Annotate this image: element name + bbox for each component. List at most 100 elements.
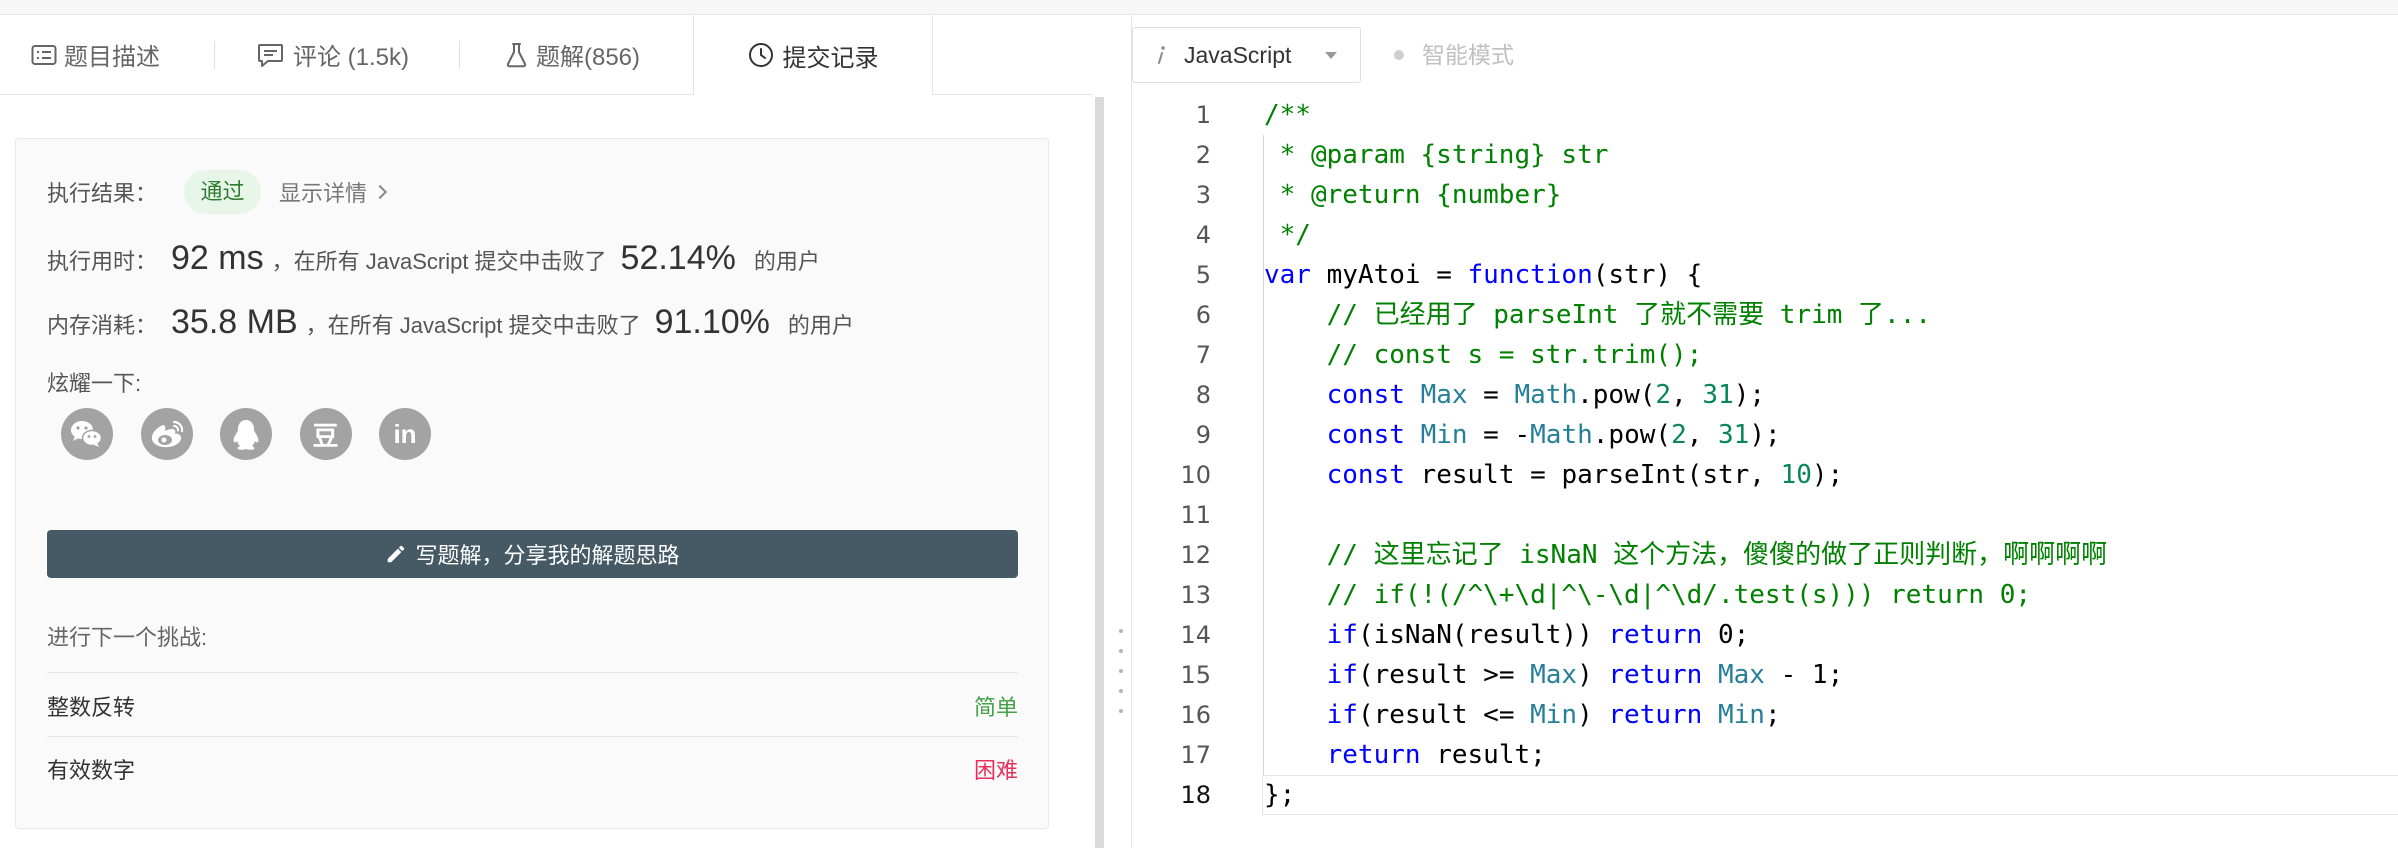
code-line[interactable]: 15 if(result >= Max) return Max - 1;	[1132, 655, 2398, 695]
code-text: // 已经用了 parseInt 了就不需要 trim 了...	[1264, 295, 1931, 335]
tab-label: 提交记录	[782, 44, 879, 72]
wechat-icon[interactable]	[61, 408, 113, 460]
code-line[interactable]: 14 if(isNaN(result)) return 0;	[1132, 615, 2398, 655]
code-token: // 这里忘记了 isNaN 这个方法，傻傻的做了正则判断，啊啊啊啊	[1326, 540, 2108, 570]
code-token: */	[1264, 220, 1311, 250]
code-token: return	[1608, 620, 1703, 650]
tab-description[interactable]: 题目描述	[31, 15, 160, 94]
runtime-value: 92 ms	[171, 239, 264, 277]
code-text: return result;	[1264, 735, 1546, 775]
douban-icon[interactable]: 豆	[299, 408, 352, 460]
code-token: 2	[1671, 420, 1687, 450]
code-line[interactable]: 2 * @param {string} str	[1132, 135, 2398, 175]
code-token: );	[1749, 420, 1781, 450]
line-number: 7	[1195, 341, 1211, 369]
code-text: const Min = -Math.pow(2, 31);	[1264, 415, 1781, 455]
info-icon	[1155, 44, 1167, 66]
code-line[interactable]: 13 // if(!(/^\+\d|^\-\d|^\d/.test(s))) r…	[1132, 575, 2398, 615]
code-token: (result >=	[1357, 660, 1531, 690]
code-line[interactable]: 11	[1132, 495, 2398, 535]
smart-mode-toggle[interactable]: 智能模式	[1422, 35, 1514, 75]
code-text: var myAtoi = function(str) {	[1264, 255, 1702, 295]
tab-comments[interactable]: 评论 (1.5k)	[257, 15, 409, 94]
show-details-label: 显示详情	[279, 181, 368, 206]
line-number: 6	[1195, 301, 1211, 329]
code-token: if	[1326, 700, 1358, 730]
linkedin-icon[interactable]: in	[379, 408, 431, 460]
result-row: 执行结果： 通过 显示详情	[47, 170, 388, 214]
line-number: 5	[1195, 261, 1211, 289]
challenge-title: 有效数字	[47, 758, 136, 783]
drag-handle-dot	[1119, 709, 1123, 713]
tab-submissions[interactable]: 提交记录	[693, 15, 933, 95]
code-line[interactable]: 6 // 已经用了 parseInt 了就不需要 trim 了...	[1132, 295, 2398, 335]
code-line[interactable]: 17 return result;	[1132, 735, 2398, 775]
write-solution-button[interactable]: 写题解，分享我的解题思路	[47, 530, 1018, 578]
challenge-item[interactable]: 有效数字 困难	[47, 749, 1018, 789]
clock-icon	[748, 42, 774, 68]
code-line[interactable]: 16 if(result <= Min) return Min;	[1132, 695, 2398, 735]
weibo-icon[interactable]	[140, 408, 193, 460]
code-token: (result <=	[1357, 700, 1531, 730]
code-token: =	[1467, 380, 1515, 410]
problem-tab-bar: 题目描述 评论 (1.5k) 题解(856) 提交记录	[0, 15, 1093, 95]
code-line[interactable]: 12 // 这里忘记了 isNaN 这个方法，傻傻的做了正则判断，啊啊啊啊	[1132, 535, 2398, 575]
code-token: Min	[1420, 420, 1468, 450]
code-line[interactable]: 5 var myAtoi = function(str) {	[1132, 255, 2398, 295]
code-token: Math	[1514, 380, 1578, 410]
memory-percent: 91.10%	[654, 303, 770, 341]
drag-handle-dot	[1119, 669, 1123, 673]
code-line[interactable]: 7 // const s = str.trim();	[1132, 335, 2398, 375]
code-line[interactable]: 3 * @return {number}	[1132, 175, 2398, 215]
code-token: };	[1264, 780, 1296, 810]
drag-handle-dot	[1119, 629, 1123, 633]
line-number: 1	[1195, 101, 1211, 129]
code-token: if	[1326, 660, 1358, 690]
next-challenge-heading: 进行下一个挑战:	[47, 625, 208, 650]
line-number: 9	[1195, 421, 1211, 449]
smart-mode-indicator	[1394, 50, 1404, 60]
tab-solutions[interactable]: 题解(856)	[505, 15, 640, 94]
tab-label: 题目描述	[64, 44, 160, 71]
code-token: - 1;	[1764, 660, 1844, 690]
code-line[interactable]: 9 const Min = -Math.pow(2, 31);	[1132, 415, 2398, 455]
code-line[interactable]: 8 const Max = Math.pow(2, 31);	[1132, 375, 2398, 415]
challenge-item[interactable]: 整数反转 简单	[47, 686, 1018, 726]
code-token: .pow(	[1577, 380, 1656, 410]
code-token: /**	[1264, 100, 1311, 130]
line-number: 18	[1180, 781, 1211, 809]
memory-suffix: 的用户	[787, 313, 854, 338]
language-select[interactable]: JavaScript	[1132, 27, 1361, 83]
code-text: /**	[1264, 95, 1311, 135]
submission-result-card: 执行结果： 通过 显示详情 执行用时： 92 ms ，在所有 JavaScrip…	[15, 138, 1049, 829]
challenge-title: 整数反转	[47, 695, 136, 720]
drag-handle-dot	[1119, 649, 1123, 653]
left-panel-scrollbar[interactable]	[1095, 97, 1104, 848]
code-text: // const s = str.trim();	[1264, 335, 1703, 375]
code-token: 31	[1702, 380, 1734, 410]
code-line[interactable]: 1 /**	[1132, 95, 2398, 135]
show-details-link[interactable]: 显示详情	[279, 176, 388, 208]
code-editor[interactable]: 1 /** 2 * @param {string} str 3 * @return {…	[1132, 95, 2398, 848]
code-text: if(result >= Max) return Max - 1;	[1264, 655, 1844, 695]
code-token: // const s = str.trim();	[1326, 340, 1703, 370]
code-token: Min	[1717, 700, 1765, 730]
qq-icon[interactable]	[220, 408, 272, 460]
code-line[interactable]: 10 const result = parseInt(str, 10);	[1132, 455, 2398, 495]
difficulty-badge: 简单	[973, 695, 1018, 720]
top-frame-strip	[0, 0, 2398, 15]
code-token: .pow(	[1592, 420, 1672, 450]
code-line[interactable]: 18};	[1132, 775, 2398, 815]
result-label: 执行结果：	[47, 181, 158, 206]
code-line[interactable]: 4 */	[1132, 215, 2398, 255]
code-token: Min	[1530, 700, 1578, 730]
code-token: if	[1326, 620, 1358, 650]
code-token: 31	[1718, 420, 1750, 450]
code-token: result = parseInt(str,	[1404, 460, 1781, 490]
language-select-value: JavaScript	[1184, 42, 1292, 68]
